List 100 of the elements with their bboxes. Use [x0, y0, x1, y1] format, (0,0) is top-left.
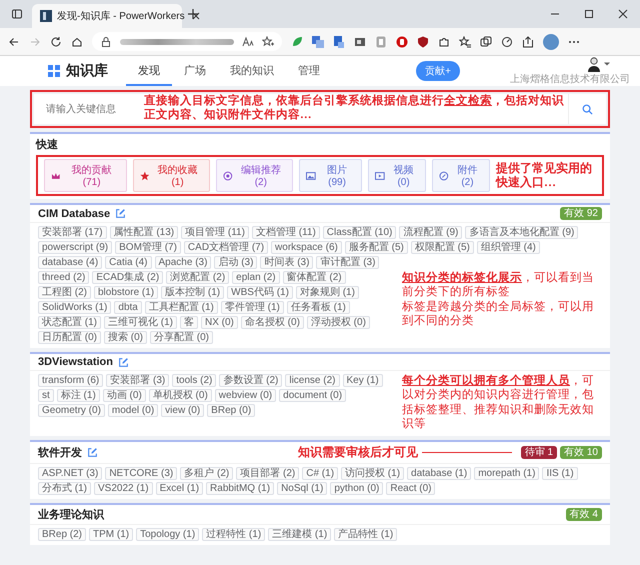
leaf-icon[interactable]: [291, 36, 303, 48]
edit-icon[interactable]: [87, 446, 98, 458]
tag-chip[interactable]: 文档管理 (11): [252, 226, 320, 239]
tag-chip[interactable]: document (0): [279, 389, 346, 402]
tag-chip[interactable]: blobstore (1): [94, 286, 158, 299]
tag-chip[interactable]: Catia (4): [105, 256, 152, 269]
user-figure-icon[interactable]: [586, 56, 602, 72]
tag-chip[interactable]: 启动 (3): [214, 256, 258, 269]
share-icon[interactable]: [522, 36, 534, 48]
tag-chip[interactable]: database (1): [407, 466, 472, 480]
tag-chip[interactable]: 流程配置 (9): [399, 226, 462, 239]
tag-chip[interactable]: view (0): [161, 404, 204, 417]
tag-chip[interactable]: transform (6): [38, 374, 104, 387]
tag-chip[interactable]: 命名授权 (0): [240, 316, 304, 329]
tag-chip[interactable]: Apache (3): [154, 256, 212, 269]
tag-chip[interactable]: morepath (1): [474, 466, 540, 480]
tag-chip[interactable]: BRep (0): [207, 404, 256, 417]
tag-chip[interactable]: 浏览配置 (2): [166, 271, 230, 284]
nav-tab[interactable]: 管理: [286, 56, 332, 86]
tag-chip[interactable]: 服务配置 (5): [344, 241, 408, 254]
tag-chip[interactable]: NETCORE (3): [105, 466, 178, 480]
performance-icon[interactable]: [501, 36, 513, 48]
tag-chip[interactable]: database (4): [38, 256, 102, 269]
tag-chip[interactable]: 对象规则 (1): [296, 286, 359, 299]
tag-chip[interactable]: CAD文档管理 (7): [184, 241, 268, 254]
home-icon[interactable]: [71, 36, 83, 48]
tab-actions-icon[interactable]: [11, 8, 23, 20]
tag-chip[interactable]: VS2022 (1): [94, 482, 153, 494]
tag-chip[interactable]: TPM (1): [89, 528, 134, 540]
favorites-icon[interactable]: [459, 36, 471, 48]
tag-chip[interactable]: 多租户 (2): [180, 466, 234, 480]
tag-chip[interactable]: tools (2): [172, 374, 216, 387]
tag-chip[interactable]: 组织管理 (4): [476, 241, 540, 254]
tag-chip[interactable]: 浮动授权 (0): [306, 316, 370, 329]
tag-chip[interactable]: RabbitMQ (1): [206, 482, 274, 494]
shield-icon[interactable]: [417, 36, 429, 48]
tag-chip[interactable]: powerscript (9): [38, 241, 112, 254]
tag-chip[interactable]: 参数设置 (2): [219, 374, 282, 387]
edit-icon[interactable]: [118, 356, 129, 368]
tag-chip[interactable]: IIS (1): [542, 466, 578, 480]
tag-chip[interactable]: 任务看板 (1): [286, 301, 350, 314]
tag-chip[interactable]: 权限配置 (5): [410, 241, 474, 254]
refresh-icon[interactable]: [50, 36, 62, 48]
tag-chip[interactable]: model (0): [108, 404, 158, 417]
read-aloud-icon[interactable]: [242, 36, 254, 48]
tag-chip[interactable]: 产品特性 (1): [334, 528, 398, 540]
tag-chip[interactable]: React (0): [386, 482, 436, 494]
quick-link-button[interactable]: 我的贡献(71): [44, 159, 127, 192]
nav-tab[interactable]: 发现: [126, 56, 172, 86]
tag-chip[interactable]: 单机授权 (0): [148, 389, 212, 402]
tag-chip[interactable]: SolidWorks (1): [38, 301, 112, 314]
quick-link-button[interactable]: 我的收藏(1): [132, 159, 210, 192]
tag-chip[interactable]: python (0): [330, 482, 384, 494]
close-icon[interactable]: [617, 8, 629, 20]
tag-chip[interactable]: 访问授权 (1): [341, 466, 404, 480]
tag-chip[interactable]: 分享配置 (0): [150, 331, 213, 344]
tag-chip[interactable]: 审计配置 (3): [316, 256, 380, 269]
tag-chip[interactable]: Topology (1): [136, 528, 200, 540]
puzzle-icon[interactable]: [438, 36, 450, 48]
tag-chip[interactable]: 窗体配置 (2): [282, 271, 346, 284]
nav-tab[interactable]: 广场: [172, 56, 218, 86]
profile-avatar[interactable]: [543, 34, 559, 50]
tag-chip[interactable]: 过程特性 (1): [202, 528, 266, 540]
tag-chip[interactable]: NoSql (1): [277, 482, 328, 494]
tag-chip[interactable]: 属性配置 (13): [110, 226, 178, 239]
tag-chip[interactable]: webview (0): [214, 389, 276, 402]
tag-chip[interactable]: NX (0): [201, 316, 238, 329]
search-field[interactable]: 请输入关键信息: [44, 102, 144, 116]
tag-chip[interactable]: 零件管理 (1): [220, 301, 284, 314]
quick-link-button[interactable]: 附件(2): [432, 159, 490, 192]
quick-link-button[interactable]: 视频(0): [368, 159, 426, 192]
tag-chip[interactable]: 标注 (1): [56, 389, 100, 402]
tag-chip[interactable]: ECAD集成 (2): [92, 271, 164, 284]
tag-chip[interactable]: 安装部署 (17): [38, 226, 107, 239]
tag-chip[interactable]: dbta: [114, 301, 142, 314]
tag-chip[interactable]: 三维建模 (1): [268, 528, 332, 540]
tag-chip[interactable]: eplan (2): [232, 271, 280, 284]
quick-link-button[interactable]: 图片(99): [299, 159, 362, 192]
nav-tab[interactable]: 我的知识: [218, 56, 286, 86]
tag-chip[interactable]: ASP.NET (3): [38, 466, 102, 480]
tag-chip[interactable]: 分布式 (1): [38, 482, 91, 494]
tag-chip[interactable]: BRep (2): [38, 528, 86, 540]
tag-chip[interactable]: 三维可视化 (1): [104, 316, 177, 329]
collections-icon[interactable]: [480, 36, 492, 48]
edit-icon[interactable]: [115, 208, 126, 219]
favorite-add-icon[interactable]: [262, 36, 274, 48]
tag-chip[interactable]: 状态配置 (1): [38, 316, 101, 329]
tag-chip[interactable]: WBS代码 (1): [227, 286, 293, 299]
address-field[interactable]: [92, 32, 282, 51]
tag-chip[interactable]: workspace (6): [271, 241, 342, 254]
tag-chip[interactable]: 版本控制 (1): [161, 286, 224, 299]
back-icon[interactable]: [8, 36, 20, 48]
tag-chip[interactable]: C# (1): [302, 466, 338, 480]
tag-chip[interactable]: 客: [180, 316, 198, 329]
tag-chip[interactable]: 项目管理 (11): [181, 226, 249, 239]
contribute-button[interactable]: 贡献+: [416, 61, 460, 81]
tag-chip[interactable]: 安装部署 (3): [106, 374, 170, 387]
tag-chip[interactable]: 搜索 (0): [104, 331, 147, 344]
new-tab-icon[interactable]: [187, 8, 199, 20]
tag-chip[interactable]: 工程图 (2): [38, 286, 91, 299]
